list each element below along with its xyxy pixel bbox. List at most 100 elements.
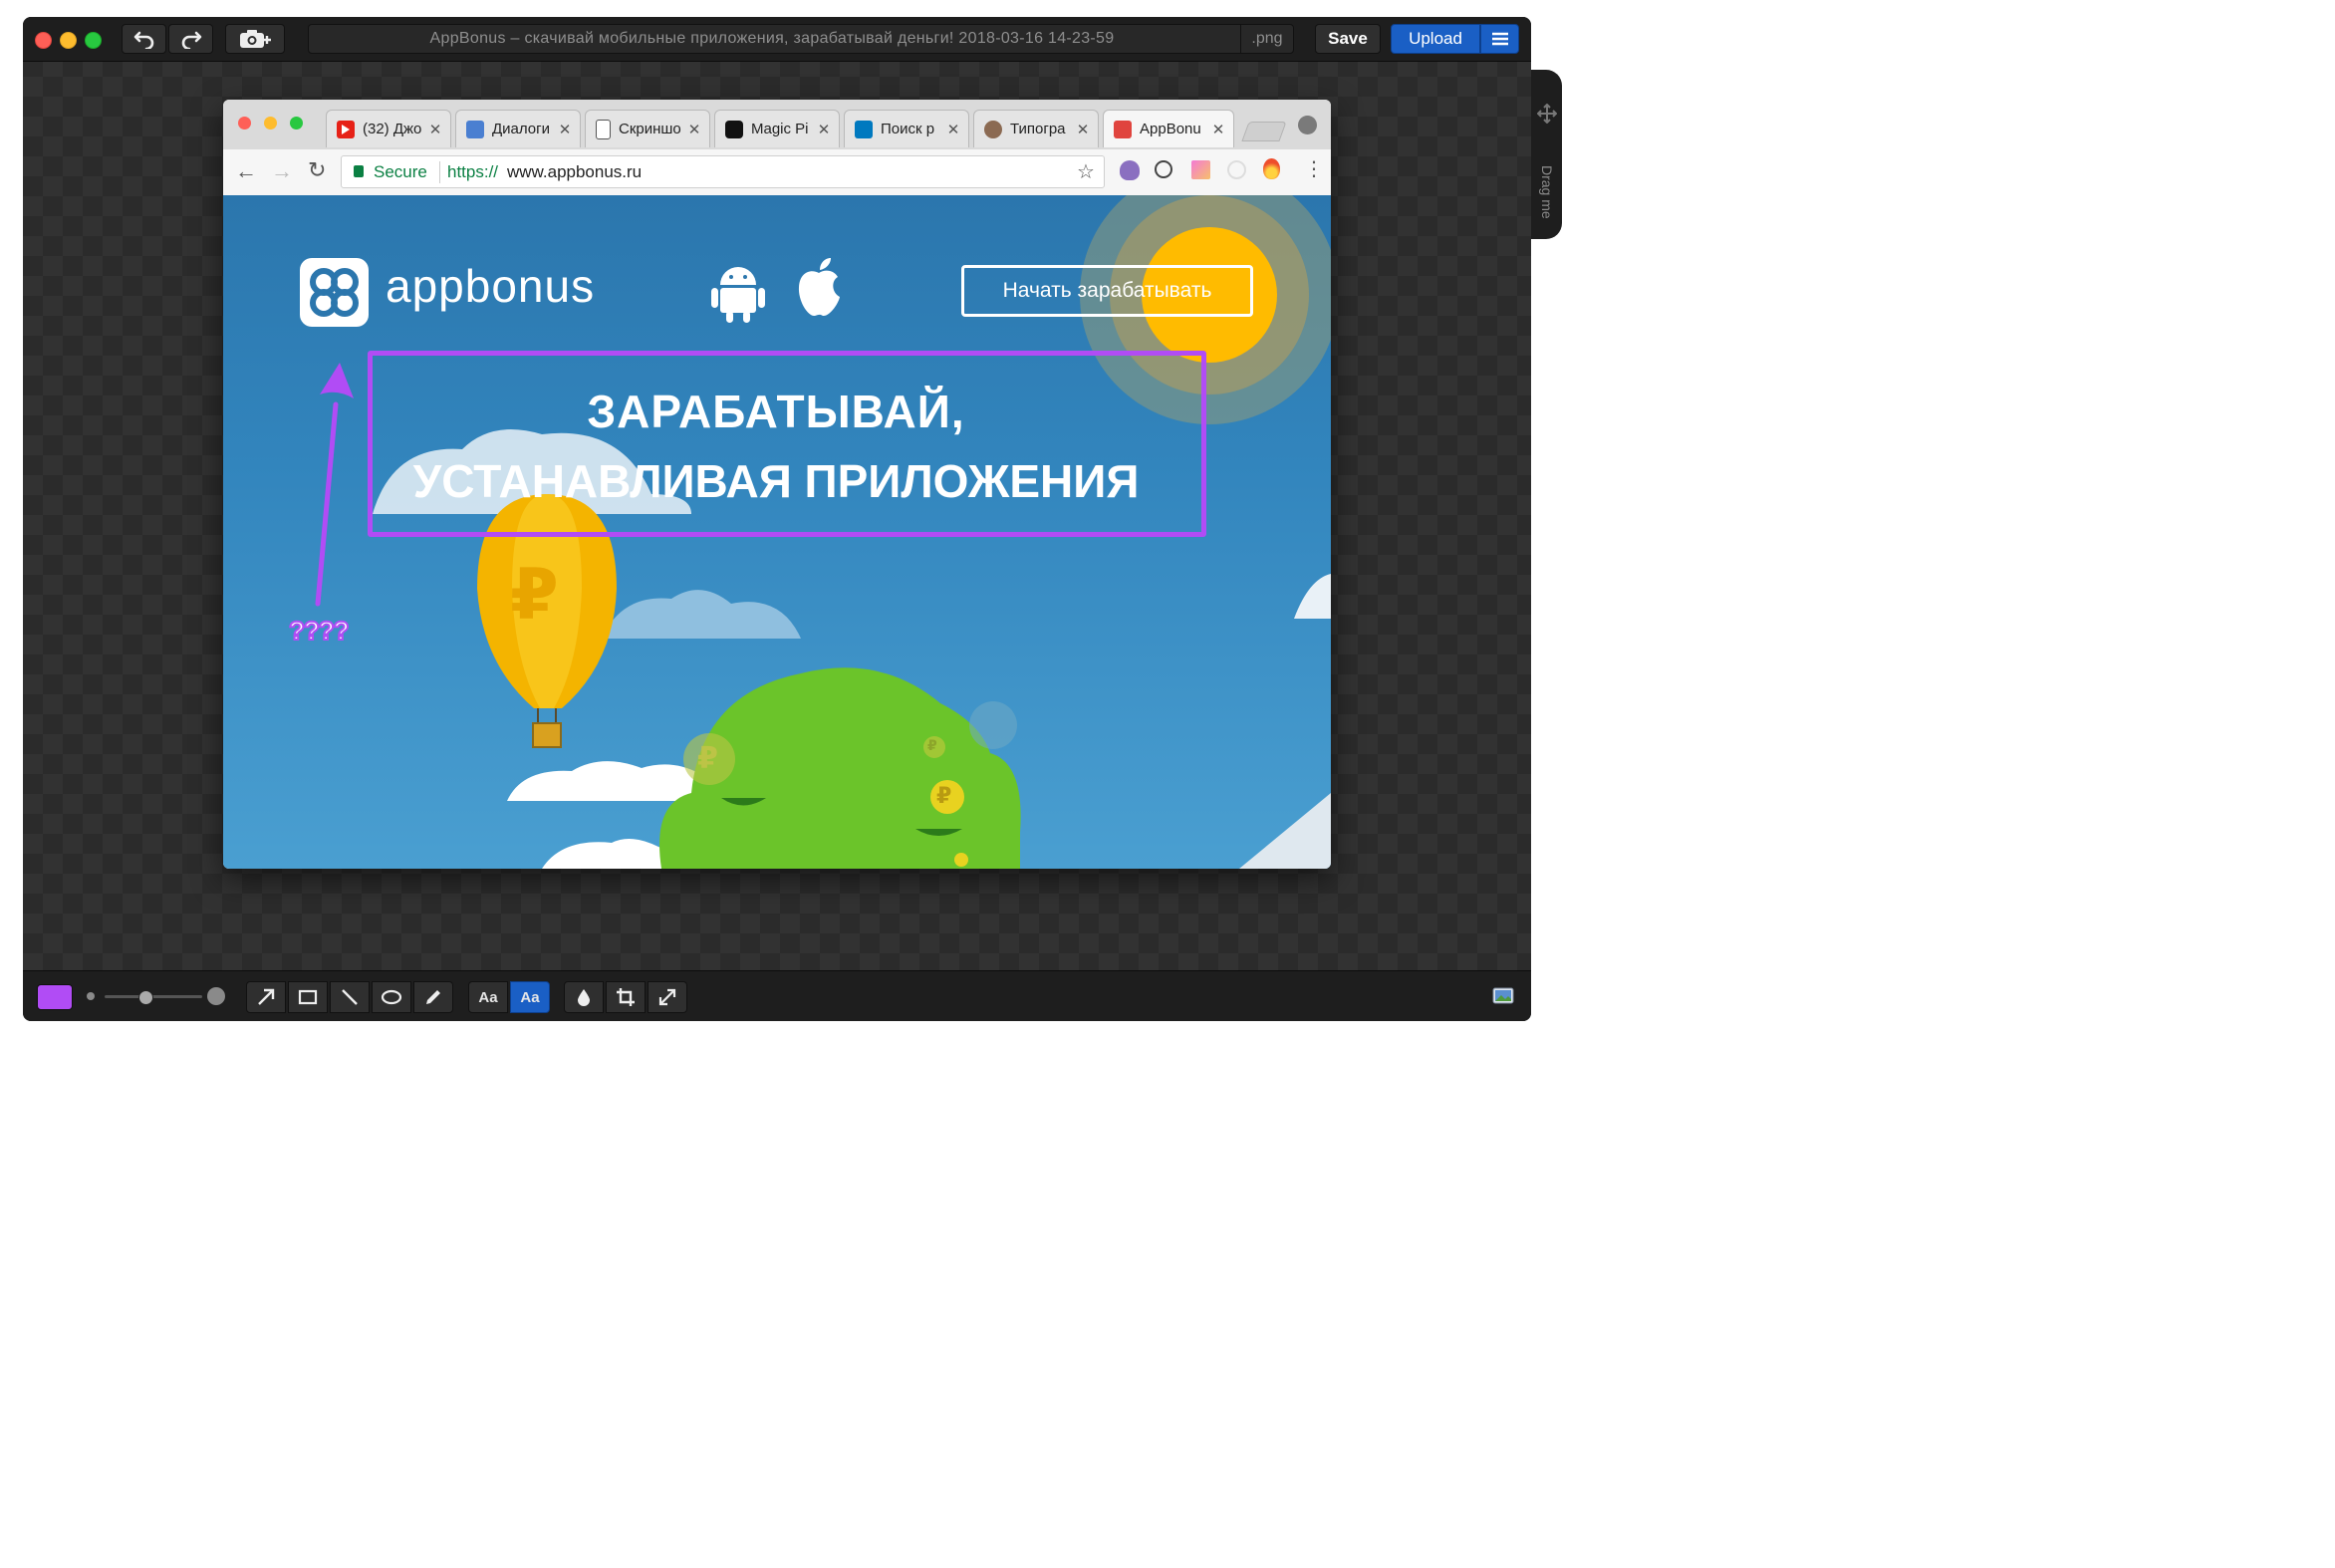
appbonus-logo-text[interactable]: appbonus — [386, 259, 595, 313]
android-icon[interactable] — [711, 261, 765, 328]
forward-arrow-icon[interactable]: → — [271, 158, 293, 184]
extension-color-icon[interactable] — [1191, 160, 1210, 179]
expand-icon — [658, 988, 676, 1006]
tab-close-icon[interactable]: ✕ — [1074, 121, 1092, 138]
stroke-size-slider-knob[interactable] — [138, 990, 153, 1005]
browser-tab[interactable]: Скриншо ✕ — [585, 110, 710, 147]
filename-field[interactable]: AppBonus – скачивай мобильные приложения… — [308, 24, 1294, 54]
text-with-arrow-tool[interactable]: Aa — [510, 981, 550, 1013]
save-button[interactable]: Save — [1315, 24, 1381, 54]
redo-icon — [181, 31, 201, 49]
url-scheme: https:// — [447, 162, 499, 181]
extension-fire-icon[interactable] — [1263, 158, 1280, 179]
coin-ruble-symbol-small: ₽ — [927, 737, 937, 753]
stroke-size-slider[interactable] — [105, 995, 202, 998]
upload-button[interactable]: Upload — [1391, 24, 1480, 54]
annotation-text[interactable]: ???? — [288, 615, 351, 647]
undo-icon — [133, 31, 153, 49]
crop-tool[interactable] — [606, 981, 646, 1013]
rectangle-tool[interactable] — [288, 981, 328, 1013]
file-extension[interactable]: .png — [1240, 24, 1293, 54]
coin-ruble-symbol: ₽ — [936, 783, 952, 808]
text-tool[interactable]: Aa — [468, 981, 508, 1013]
tab-close-icon[interactable]: ✕ — [815, 121, 833, 138]
tab-close-icon[interactable]: ✕ — [685, 121, 703, 138]
appbonus-webpage: ₽ ₽ ₽ ₽ appbonus Начать зарабатывать ЗАР… — [223, 195, 1331, 869]
apple-icon[interactable] — [794, 257, 844, 324]
crop-icon — [617, 988, 635, 1006]
coin-ruble-symbol-large: ₽ — [697, 742, 718, 775]
screenshot-editor-window: AppBonus – скачивай мобильные приложения… — [23, 17, 1531, 1021]
browser-tab-strip: (32) Джо ✕ Диалоги ✕ Скриншо ✕ Magic Pi … — [223, 100, 1331, 149]
browser-tab[interactable]: Типогра ✕ — [973, 110, 1099, 147]
line-tool[interactable] — [330, 981, 370, 1013]
redo-button[interactable] — [168, 24, 213, 54]
tab-close-icon[interactable]: ✕ — [556, 121, 574, 138]
camera-icon — [725, 120, 743, 138]
browser-tab-active[interactable]: AppBonu ✕ — [1103, 110, 1234, 147]
close-window-button[interactable] — [35, 32, 52, 49]
captured-browser-window: (32) Джо ✕ Диалоги ✕ Скриншо ✕ Magic Pi … — [223, 100, 1331, 869]
tab-title: AppBonu — [1140, 121, 1201, 137]
extension-target-icon[interactable] — [1227, 160, 1246, 179]
small-size-icon — [87, 992, 95, 1000]
drag-label: Drag me — [1539, 165, 1555, 219]
browser-menu-icon[interactable]: ⋮ — [1304, 157, 1324, 181]
appbonus-logo-icon[interactable] — [300, 258, 369, 327]
ellipse-tool[interactable] — [372, 981, 411, 1013]
extension-info-icon[interactable] — [1155, 160, 1172, 178]
back-arrow-icon[interactable]: ← — [235, 158, 257, 184]
reload-icon[interactable]: ↻ — [308, 157, 326, 183]
browser-minimize-button[interactable] — [264, 117, 277, 130]
minimize-window-button[interactable] — [60, 32, 77, 49]
extension-cat-icon[interactable] — [1120, 160, 1140, 180]
tab-title: Типогра — [1010, 121, 1066, 137]
editor-titlebar: AppBonus – скачивай мобильные приложения… — [23, 17, 1531, 62]
browser-tab[interactable]: Диалоги ✕ — [455, 110, 581, 147]
hamburger-icon — [1491, 32, 1508, 46]
arrow-icon — [258, 988, 275, 1005]
start-earning-button[interactable]: Начать зарабатывать — [961, 265, 1253, 317]
tab-close-icon[interactable]: ✕ — [1209, 121, 1227, 138]
tab-title: Скриншо — [619, 121, 681, 137]
zoom-window-button[interactable] — [85, 32, 102, 49]
text-arrow-icon: Aa — [520, 988, 540, 1006]
blur-tool[interactable] — [564, 981, 604, 1013]
tab-title: Поиск р — [881, 121, 935, 137]
menu-button[interactable] — [1480, 24, 1519, 54]
lock-icon — [354, 165, 364, 177]
browser-close-button[interactable] — [238, 117, 251, 130]
bookmark-star-icon[interactable]: ☆ — [1077, 159, 1095, 184]
trello-icon — [855, 120, 873, 138]
resize-tool[interactable] — [648, 981, 687, 1013]
text-icon: Aa — [478, 988, 498, 1006]
profile-icon[interactable] — [1298, 116, 1317, 134]
tab-close-icon[interactable]: ✕ — [944, 121, 962, 138]
document-icon — [596, 119, 611, 139]
browser-tab[interactable]: Поиск р ✕ — [844, 110, 969, 147]
browser-tab[interactable]: Magic Pi ✕ — [714, 110, 840, 147]
browser-tab[interactable]: (32) Джо ✕ — [326, 110, 451, 147]
pencil-tool[interactable] — [413, 981, 453, 1013]
color-picker-swatch[interactable] — [37, 984, 73, 1010]
line-icon — [342, 989, 358, 1005]
large-size-icon — [207, 987, 225, 1005]
annotation-arrow[interactable] — [303, 355, 373, 614]
appbonus-icon — [1114, 120, 1132, 138]
annotation-rectangle[interactable] — [368, 351, 1206, 537]
rectangle-icon — [298, 989, 318, 1005]
youtube-icon — [337, 120, 355, 138]
undo-button[interactable] — [122, 24, 166, 54]
tab-close-icon[interactable]: ✕ — [426, 121, 444, 138]
url-field[interactable]: Secure https:// www.appbonus.ru ☆ — [341, 155, 1105, 188]
new-tab-button[interactable] — [1241, 122, 1287, 141]
new-screenshot-button[interactable] — [225, 24, 285, 54]
avatar-icon — [984, 120, 1002, 138]
browser-zoom-button[interactable] — [290, 117, 303, 130]
arrow-tool[interactable] — [246, 981, 286, 1013]
drag-handle[interactable]: Drag me — [1531, 70, 1562, 239]
tab-title: Magic Pi — [751, 121, 809, 137]
pencil-icon — [426, 990, 440, 1004]
image-preview-icon[interactable] — [1492, 985, 1516, 1007]
move-icon — [1537, 104, 1557, 124]
